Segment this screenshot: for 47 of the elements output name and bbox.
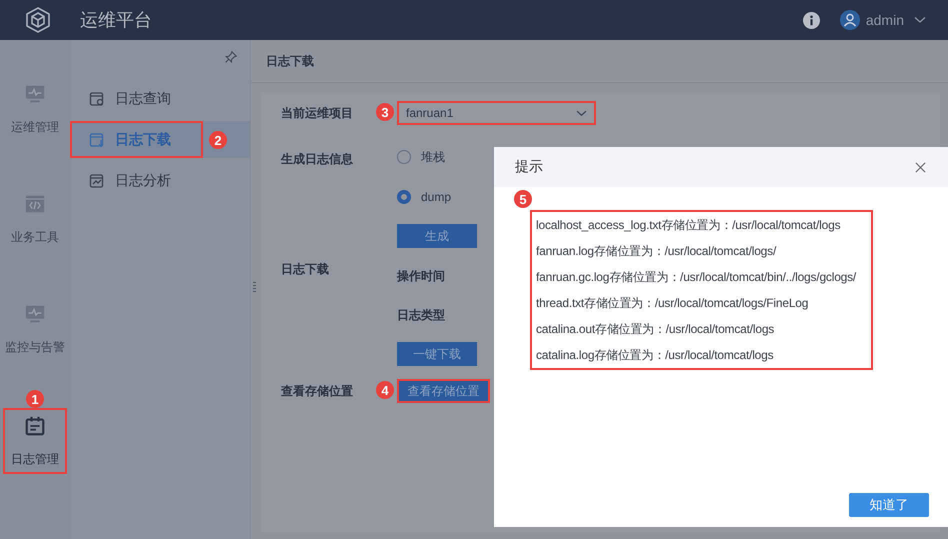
app-title: 运维平台 xyxy=(80,9,152,32)
step-badge: 4 xyxy=(376,381,394,399)
close-icon[interactable] xyxy=(915,162,926,172)
rail-item[interactable]: 日志管理 xyxy=(3,408,67,474)
field-label: 日志类型 xyxy=(397,307,446,324)
field-label: 生成日志信息 xyxy=(281,151,353,168)
log-path-text: fanruan.gc.log存储位置为：/usr/local/tomcat/bin/../logs/gclogs/ xyxy=(536,269,858,286)
log-path-text: fanruan.log存储位置为：/usr/local/tomcat/logs/ xyxy=(536,243,778,260)
generate-button[interactable]: 生成 xyxy=(397,224,477,248)
user-menu[interactable]: admin xyxy=(840,10,926,30)
rail-item[interactable]: 监控与告警 xyxy=(3,296,67,362)
step-badge: 3 xyxy=(376,103,394,121)
pin-icon[interactable] xyxy=(224,50,238,64)
radio-option[interactable]: dump xyxy=(397,187,477,207)
submenu-item[interactable]: 日志分析 xyxy=(70,162,203,199)
field-label: 当前运维项目 xyxy=(281,104,353,122)
document-download-icon xyxy=(89,132,105,148)
step-badge: 5 xyxy=(514,190,532,208)
log-path-text: catalina.log存储位置为：/usr/local/tomcat/logs xyxy=(536,347,774,364)
download-button[interactable]: 一键下载 xyxy=(397,342,477,366)
info-icon[interactable] xyxy=(802,12,820,28)
step-badge: 1 xyxy=(26,390,44,408)
document-search-icon xyxy=(89,90,105,106)
log-path-text: catalina.out存储位置为：/usr/local/tomcat/logs xyxy=(536,321,776,338)
cube-logo-icon xyxy=(24,6,52,34)
submenu-item[interactable]: 日志下载 xyxy=(70,121,203,158)
avatar-icon xyxy=(840,10,860,30)
field-label: 操作时间 xyxy=(397,268,446,285)
log-path-text: localhost_access_log.txt存储位置为：/usr/local/tomcat/logs xyxy=(536,217,842,234)
field-label: 日志下载 xyxy=(281,261,329,278)
log-path-text: thread.txt存储位置为：/usr/local/tomcat/logs/FineLog xyxy=(536,295,810,312)
chart-document-icon xyxy=(89,172,105,188)
page-title: 日志下载 xyxy=(266,52,314,70)
storage-location-button[interactable]: 查看存储位置 xyxy=(397,379,490,403)
chevron-down-icon xyxy=(576,110,587,116)
resize-handle[interactable] xyxy=(253,282,256,294)
dialog-title: 提示 xyxy=(515,158,543,176)
rail-item[interactable]: 运维管理 xyxy=(3,76,67,142)
chevron-down-icon xyxy=(914,16,926,24)
calendar-icon xyxy=(24,414,46,436)
rail-item[interactable]: 业务工具 xyxy=(3,186,67,252)
step-badge: 2 xyxy=(209,131,227,149)
radio-option[interactable]: 堆栈 xyxy=(397,147,477,167)
ok-button[interactable]: 知道了 xyxy=(849,493,929,517)
project-select[interactable]: fanruan1 xyxy=(397,101,596,125)
field-label: 查看存储位置 xyxy=(281,382,353,400)
submenu-item[interactable]: 日志查询 xyxy=(70,80,203,117)
